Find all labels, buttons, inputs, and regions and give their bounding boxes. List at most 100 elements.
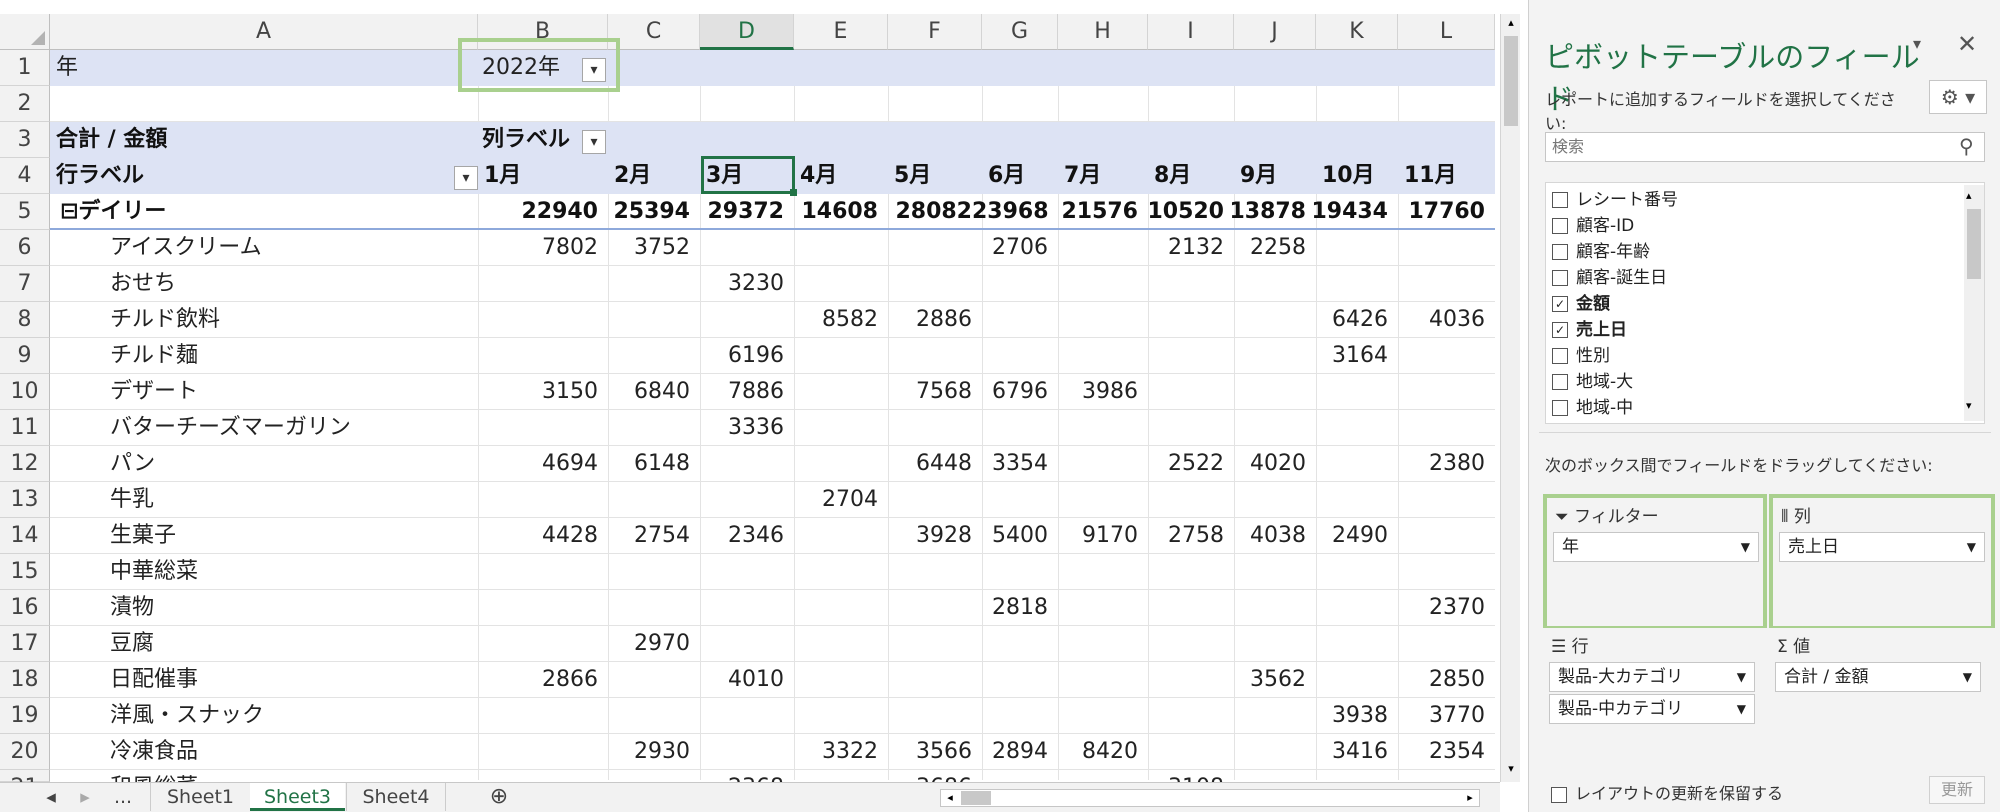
vertical-scroll-thumb[interactable] <box>1504 36 1518 126</box>
filter-area-item[interactable]: 年 ▼ <box>1553 532 1759 562</box>
scroll-up-icon[interactable]: ▴ <box>1966 189 1972 202</box>
values-area[interactable]: Σ 値 合計 / 金額 ▼ <box>1769 628 1995 768</box>
column-header-d[interactable]: D <box>700 14 794 50</box>
selected-cell[interactable] <box>701 156 795 194</box>
horizontal-scrollbar[interactable]: ◂ ▸ <box>940 789 1480 807</box>
column-header-k[interactable]: K <box>1316 14 1398 50</box>
value-cell: 2380 <box>1429 451 1485 476</box>
rows-area-item-2[interactable]: 製品-中カテゴリ ▼ <box>1549 694 1755 724</box>
column-header-i[interactable]: I <box>1148 14 1234 50</box>
checked-checkbox[interactable]: ✓ <box>1552 322 1568 338</box>
checkbox[interactable] <box>1552 192 1568 208</box>
field-scroll-thumb[interactable] <box>1967 209 1981 279</box>
month-header: 10月 <box>1322 163 1375 188</box>
checkbox[interactable] <box>1552 270 1568 286</box>
rows-area-item-1[interactable]: 製品-大カテゴリ ▼ <box>1549 662 1755 692</box>
horizontal-scroll-thumb[interactable] <box>961 791 991 805</box>
scroll-right-icon[interactable]: ▸ <box>1461 790 1479 806</box>
column-header-e[interactable]: E <box>794 14 888 50</box>
scroll-up-icon[interactable]: ▴ <box>1503 16 1519 32</box>
gear-icon[interactable]: ⚙ ▾ <box>1929 80 1987 114</box>
column-header-f[interactable]: F <box>888 14 982 50</box>
month-header: 4月 <box>800 163 838 188</box>
scroll-down-icon[interactable]: ▾ <box>1503 762 1519 778</box>
field-item[interactable]: 顧客-年齢 <box>1552 239 1952 265</box>
field-label: 顧客-年齢 <box>1576 242 1651 262</box>
checkbox[interactable] <box>1552 244 1568 260</box>
next-sheet-arrow[interactable]: ▸ <box>70 783 100 811</box>
field-item[interactable]: 地域-中 <box>1552 395 1952 421</box>
values-area-item[interactable]: 合計 / 金額 ▼ <box>1775 662 1981 692</box>
row-header-10[interactable]: 10 <box>0 374 50 410</box>
value-cell: 6426 <box>1332 307 1388 332</box>
prev-sheet-arrow[interactable]: ◂ <box>36 783 66 811</box>
row-header-2[interactable]: 2 <box>0 86 50 122</box>
sheet-tab-sheet1[interactable]: Sheet1 <box>150 783 250 811</box>
row-header-15[interactable]: 15 <box>0 554 50 590</box>
row-header-21[interactable]: 21 <box>0 770 50 800</box>
rows-area[interactable]: ☰ 行 製品-大カテゴリ ▼ 製品-中カテゴリ ▼ <box>1543 628 1767 768</box>
row-header-18[interactable]: 18 <box>0 662 50 698</box>
filter-dropdown-button[interactable]: ▾ <box>582 58 606 82</box>
column-header-g[interactable]: G <box>982 14 1058 50</box>
row-header-20[interactable]: 20 <box>0 734 50 770</box>
spreadsheet-grid[interactable]: ABCDEFGHIJKL 1 2 3 4 5 6 7 8 9 10 11 12 13 14 15 16 17 18… <box>0 0 1520 812</box>
columns-area-item[interactable]: 売上日 ▼ <box>1779 532 1985 562</box>
column-header-j[interactable]: J <box>1234 14 1316 50</box>
sheet-tab-more[interactable]: ... <box>108 783 138 811</box>
field-label: 性別 <box>1576 346 1610 366</box>
field-item[interactable]: ✓ 売上日 <box>1552 317 1952 343</box>
row-header-6[interactable]: 6 <box>0 230 50 266</box>
column-header-h[interactable]: H <box>1058 14 1148 50</box>
row-header-8[interactable]: 8 <box>0 302 50 338</box>
filter-area[interactable]: ⏷ フィルター 年 ▼ <box>1543 494 1767 630</box>
checkbox[interactable] <box>1552 374 1568 390</box>
subcategory-row-label: 洋風・スナック <box>110 703 265 728</box>
row-header-5[interactable]: 5 <box>0 194 50 230</box>
column-labels-dropdown[interactable]: ▾ <box>582 130 606 154</box>
field-item[interactable]: レシート番号 <box>1552 187 1952 213</box>
row-header-7[interactable]: 7 <box>0 266 50 302</box>
column-header-l[interactable]: L <box>1398 14 1495 50</box>
row-header-1[interactable]: 1 <box>0 50 50 86</box>
update-button[interactable]: 更新 <box>1929 776 1985 804</box>
row-header-11[interactable]: 11 <box>0 410 50 446</box>
checkbox[interactable] <box>1552 348 1568 364</box>
scroll-down-icon[interactable]: ▾ <box>1966 399 1972 412</box>
value-cell: 9170 <box>1082 523 1138 548</box>
row-header-12[interactable]: 12 <box>0 446 50 482</box>
row-header-19[interactable]: 19 <box>0 698 50 734</box>
subcategory-row-label: 牛乳 <box>110 487 155 512</box>
scroll-left-icon[interactable]: ◂ <box>941 790 959 806</box>
row-header-13[interactable]: 13 <box>0 482 50 518</box>
add-sheet-icon[interactable]: ⊕ <box>484 783 514 811</box>
row-header-4[interactable]: 4 <box>0 158 50 194</box>
vertical-scrollbar[interactable]: ▴ ▾ <box>1500 14 1520 782</box>
column-header-a[interactable]: A <box>50 14 478 50</box>
row-header-3[interactable]: 3 <box>0 122 50 158</box>
sheet-tab-sheet3[interactable]: Sheet3 <box>250 783 345 811</box>
row-header-9[interactable]: 9 <box>0 338 50 374</box>
row-labels-dropdown[interactable]: ▾ <box>454 166 478 190</box>
checkbox[interactable] <box>1552 400 1568 416</box>
field-item[interactable]: 顧客-ID <box>1552 213 1952 239</box>
search-input[interactable]: 検索 <box>1545 132 1985 162</box>
field-list-scrollbar[interactable]: ▴ ▾ <box>1964 185 1984 421</box>
field-item[interactable]: 性別 <box>1552 343 1952 369</box>
close-icon[interactable]: ✕ <box>1957 30 1987 58</box>
defer-layout-update[interactable]: レイアウトの更新を保留する <box>1551 780 1783 804</box>
row-header-17[interactable]: 17 <box>0 626 50 662</box>
checkbox[interactable] <box>1552 218 1568 234</box>
field-item[interactable]: 地域-大 <box>1552 369 1952 395</box>
panel-options-chevron-icon[interactable]: ▾ <box>1913 34 1943 53</box>
column-header-c[interactable]: C <box>608 14 700 50</box>
field-item[interactable]: ✓ 金額 <box>1552 291 1952 317</box>
sum-label: 合計 / 金額 <box>56 127 168 152</box>
row-header-16[interactable]: 16 <box>0 590 50 626</box>
sheet-tab-sheet4[interactable]: Sheet4 <box>346 783 446 811</box>
field-item[interactable]: 顧客-誕生日 <box>1552 265 1952 291</box>
columns-area[interactable]: ⦀ 列 売上日 ▼ <box>1769 494 1995 630</box>
row-header-14[interactable]: 14 <box>0 518 50 554</box>
checked-checkbox[interactable]: ✓ <box>1552 296 1568 312</box>
select-all-corner[interactable] <box>0 14 50 50</box>
